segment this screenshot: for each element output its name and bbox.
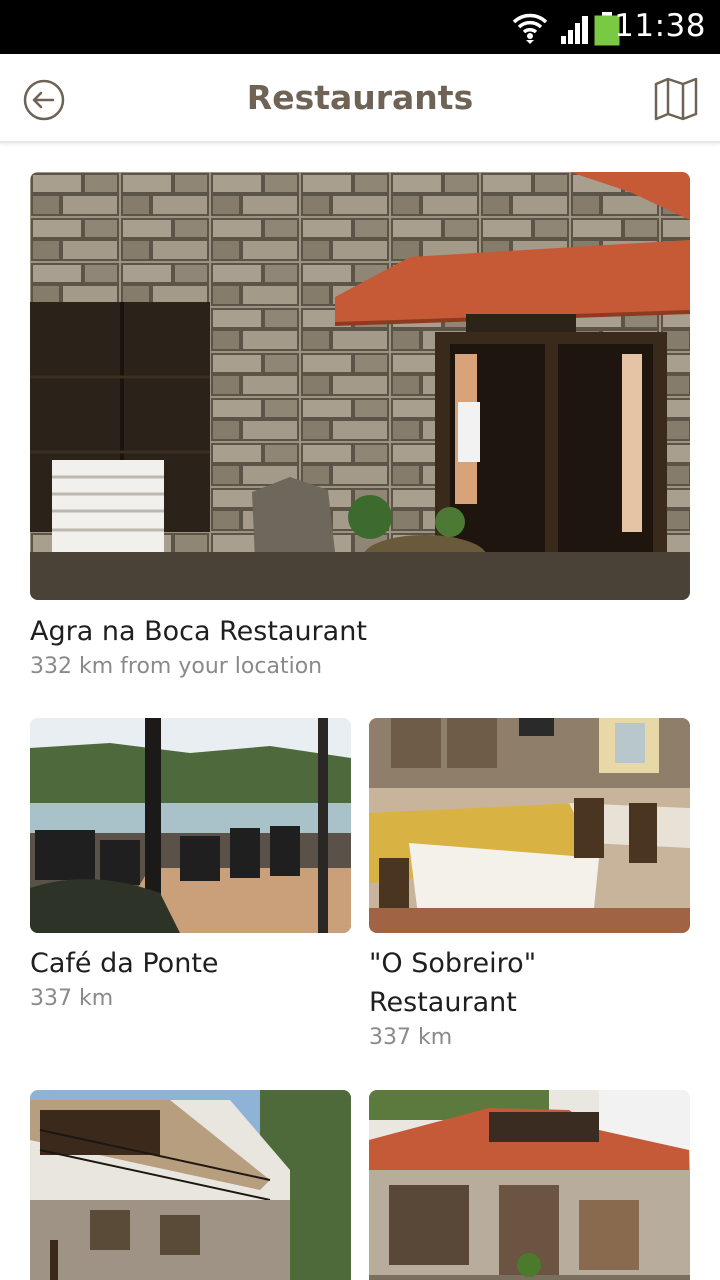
- restaurant-photo[interactable]: [369, 1090, 690, 1280]
- signal-icon: [561, 16, 588, 44]
- restaurant-distance: 337 km: [369, 1025, 453, 1050]
- restaurant-photo[interactable]: [30, 1090, 351, 1280]
- status-time: 11:38: [614, 8, 706, 44]
- restaurant-name: "O Sobreiro": [369, 948, 537, 979]
- restaurant-card[interactable]: Agra na Boca Restaurant 332 km from your…: [30, 172, 690, 692]
- restaurant-name-line2: Restaurant: [369, 987, 517, 1018]
- restaurant-name: Agra na Boca Restaurant: [30, 616, 367, 647]
- restaurant-photo[interactable]: [30, 718, 351, 933]
- restaurant-card[interactable]: [30, 1090, 351, 1280]
- restaurant-card[interactable]: "O Sobreiro" Restaurant 337 km: [369, 718, 690, 1058]
- restaurant-photo[interactable]: [369, 718, 690, 933]
- wifi-icon: [512, 13, 548, 44]
- map-icon[interactable]: [653, 76, 699, 122]
- restaurant-card[interactable]: Café da Ponte 337 km: [30, 718, 351, 1018]
- status-bar: 11:38: [0, 0, 720, 54]
- page-title: Restaurants: [246, 78, 474, 117]
- restaurant-name: Café da Ponte: [30, 948, 219, 979]
- restaurant-card[interactable]: [369, 1090, 690, 1280]
- restaurant-photo[interactable]: [30, 172, 690, 600]
- restaurant-distance: 332 km from your location: [30, 654, 323, 679]
- restaurant-distance: 337 km: [30, 986, 114, 1011]
- app-bar: Restaurants: [0, 54, 720, 143]
